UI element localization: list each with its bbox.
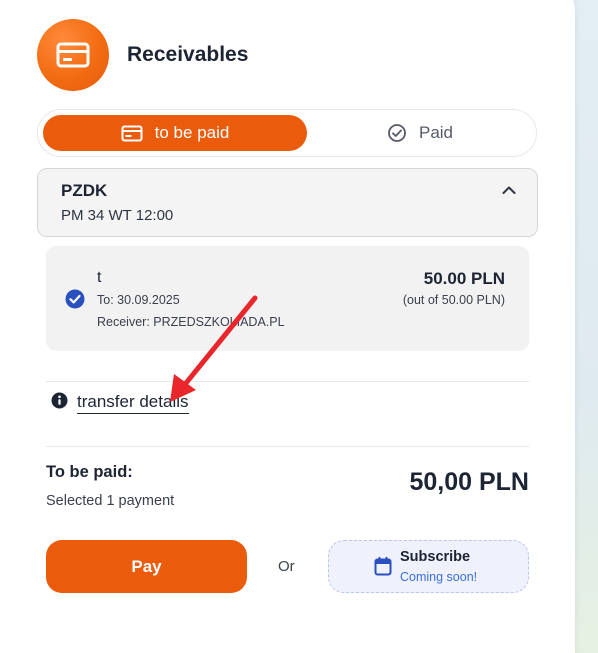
group-accordion-header[interactable]: PZDK PM 34 WT 12:00 bbox=[37, 168, 538, 237]
payment-total-amount: (out of 50.00 PLN) bbox=[402, 293, 505, 307]
divider bbox=[46, 446, 529, 447]
calendar-icon bbox=[374, 556, 392, 576]
group-subtitle: PM 34 WT 12:00 bbox=[61, 207, 174, 224]
red-annotation-arrow bbox=[170, 295, 258, 402]
tab-label: to be paid bbox=[154, 123, 230, 142]
info-icon bbox=[51, 392, 68, 409]
chevron-up-icon[interactable] bbox=[501, 184, 517, 196]
page-background bbox=[575, 0, 598, 653]
tab-label: Paid bbox=[418, 123, 454, 142]
subscribe-label: Subscribe bbox=[400, 549, 471, 565]
credit-card-icon bbox=[37, 19, 109, 91]
total-label: To be paid: bbox=[46, 463, 133, 481]
divider bbox=[46, 381, 529, 382]
credit-card-icon bbox=[121, 125, 143, 141]
pay-button[interactable]: Pay bbox=[46, 540, 247, 593]
payment-amount: 50.00 PLN bbox=[423, 269, 505, 288]
group-name: PZDK bbox=[61, 181, 108, 200]
coming-soon-note: Coming soon! bbox=[400, 570, 478, 584]
receivables-card: Receivables to be paid Paid PZDK PM 34 W… bbox=[0, 0, 575, 653]
payment-title: t bbox=[97, 269, 102, 286]
or-label: Or bbox=[278, 558, 295, 575]
payment-item[interactable]: t To: 30.09.2025 Receiver: PRZEDSZKOLIAD… bbox=[46, 246, 529, 351]
tab-paid[interactable]: Paid bbox=[308, 115, 532, 151]
card-header: Receivables bbox=[37, 19, 248, 91]
total-amount: 50,00 PLN bbox=[409, 468, 529, 496]
page-title: Receivables bbox=[127, 43, 249, 66]
checkbox-checked-icon[interactable] bbox=[65, 289, 85, 309]
subscribe-button[interactable]: Subscribe Coming soon! bbox=[328, 540, 529, 593]
tab-to-be-paid[interactable]: to be paid bbox=[43, 115, 307, 151]
payment-status-tabs: to be paid Paid bbox=[37, 109, 537, 157]
selected-count: Selected 1 payment bbox=[46, 493, 175, 509]
check-circle-icon bbox=[388, 124, 406, 142]
